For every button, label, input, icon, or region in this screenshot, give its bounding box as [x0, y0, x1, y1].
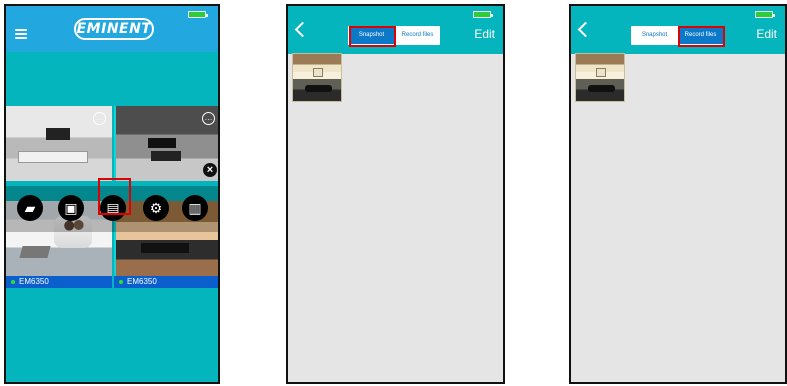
back-icon[interactable]: [294, 21, 311, 38]
top-bar: Snapshot Record files Edit: [571, 6, 785, 54]
camera-name-label: EM6350: [6, 276, 112, 288]
edit-button[interactable]: Edit: [474, 27, 495, 41]
battery-icon: [473, 11, 493, 18]
gear-icon[interactable]: ⚙: [143, 195, 169, 221]
battery-icon: [188, 11, 208, 18]
selected-action-highlight: [98, 178, 131, 215]
snapshot-thumbnail[interactable]: [292, 53, 342, 102]
record-file-thumbnail[interactable]: [575, 53, 625, 102]
eminent-logo: EMINENT: [74, 18, 154, 40]
camera-name-label: EM6350: [114, 276, 218, 288]
more-icon[interactable]: …: [93, 112, 106, 125]
snapshot-tab-highlight: [349, 26, 396, 47]
record-files-tab-highlight: [678, 26, 725, 47]
camera-icon[interactable]: ▰: [17, 195, 43, 221]
sd-card-icon[interactable]: ▣: [58, 195, 84, 221]
menu-icon[interactable]: [15, 29, 27, 39]
back-icon[interactable]: [577, 21, 594, 38]
phone-record-files-screen: Snapshot Record files Edit: [569, 4, 787, 384]
thumbnail-screen: [313, 68, 323, 77]
phone-camera-list-screen: EMINENT … … EM6350 EM6350 ▰ ▣ ▤ ⚙ ▥ ×: [4, 4, 220, 384]
phone-snapshot-screen: Snapshot Record files Edit: [286, 4, 505, 384]
more-icon[interactable]: …: [202, 112, 215, 125]
edit-button[interactable]: Edit: [756, 27, 777, 41]
top-bar: Snapshot Record files Edit: [288, 6, 503, 54]
camera-preview: [141, 243, 189, 253]
camera-preview: [151, 151, 181, 161]
camera-preview: [46, 128, 70, 140]
app-header: EMINENT: [6, 6, 218, 52]
camera-preview: [148, 138, 176, 148]
camera-tile[interactable]: …: [6, 106, 112, 181]
battery-icon: [755, 11, 775, 18]
record-files-tab[interactable]: Record files: [395, 27, 440, 44]
thumbnail-screen: [596, 68, 606, 77]
thumbnail-table: [588, 85, 615, 92]
trash-icon[interactable]: ▥: [182, 195, 208, 221]
thumbnail-table: [305, 85, 332, 92]
close-icon[interactable]: ×: [203, 163, 217, 177]
camera-preview: [18, 151, 88, 163]
camera-preview: [19, 246, 51, 258]
snapshot-tab[interactable]: Snapshot: [632, 27, 677, 44]
